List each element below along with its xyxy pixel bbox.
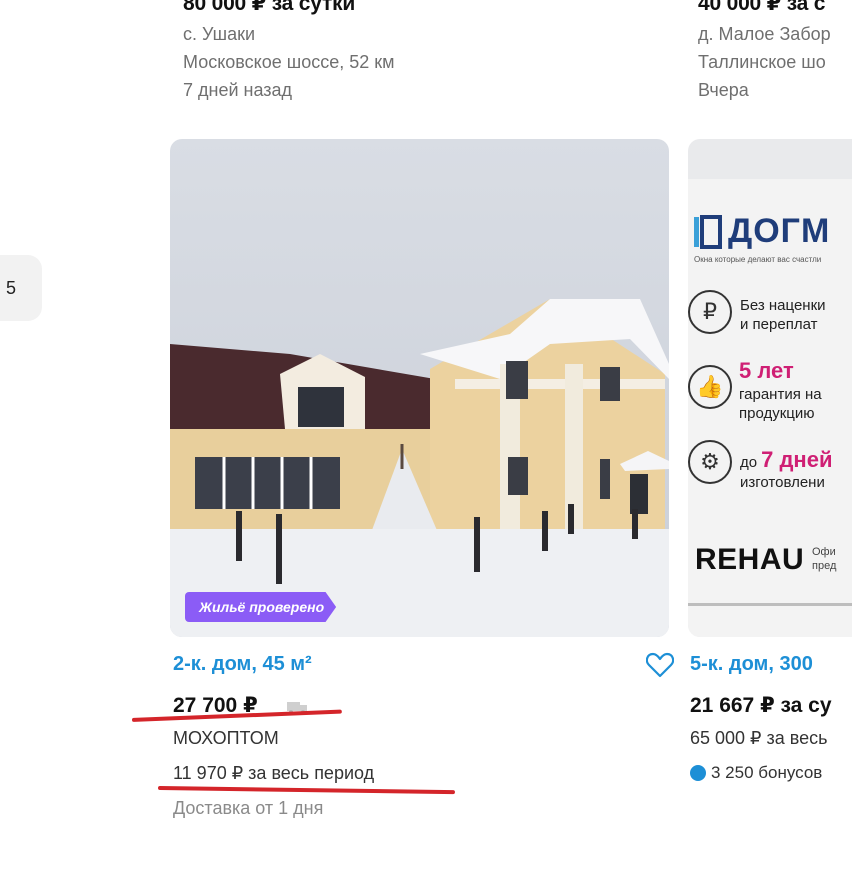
listing-1-photo[interactable] — [170, 139, 669, 637]
listing-2-price: 21 667 ₽ за су — [690, 694, 832, 717]
ad-warranty-big: 5 лет — [739, 358, 794, 383]
annotation-underline-installment — [157, 786, 455, 795]
listing-1-installment-price: 11 970 ₽ за весь период — [173, 763, 375, 783]
top-card-1-price: 80 000 ₽ за сутки — [183, 0, 356, 15]
ad-brand-logo-text: ДОГМ — [728, 212, 831, 250]
ad-line-1b: и переплат — [740, 316, 818, 333]
ruble-icon: ₽ — [688, 290, 732, 334]
verified-housing-badge-label: Жильё проверено — [199, 599, 325, 615]
top-card-2-location: д. Малое Забор — [698, 24, 831, 44]
ad-line-3: изготовлени — [740, 474, 825, 491]
pagination-page-number: 5 — [5, 277, 16, 298]
production-time-icon: ⚙ — [688, 440, 732, 484]
bonus-icon — [690, 765, 706, 781]
favorite-heart-icon[interactable] — [646, 652, 674, 678]
ad-production-row: до 7 дней — [740, 447, 832, 473]
dogma-logo-icon — [692, 213, 722, 249]
top-card-2-date: Вчера — [698, 80, 749, 100]
rehau-note-2: пред — [812, 560, 837, 572]
ad-tagline: Окна которые делают вас счастли — [694, 255, 822, 264]
listing-1-delivery-info: Доставка от 1 дня — [173, 798, 324, 818]
rehau-logo-text: REHAU — [695, 543, 805, 576]
listing-2-bonus-text: 3 250 бонусов — [711, 763, 823, 782]
listing-2-title-link[interactable]: 5-к. дом, 300 — [690, 653, 813, 676]
ad-footer-divider — [688, 603, 852, 606]
thumbs-up-icon: 👍 — [688, 365, 732, 409]
top-card-2-price: 40 000 ₽ за с — [698, 0, 826, 15]
listing-1-seller-name[interactable]: МОХОПТОМ — [173, 728, 279, 749]
ad-production-prefix: до — [740, 454, 758, 471]
listing-1-title-link[interactable]: 2-к. дом, 45 м² — [173, 653, 312, 676]
verified-housing-badge: Жильё проверено — [185, 592, 337, 622]
ad-line-1a: Без наценки — [740, 297, 826, 314]
listing-2-total-price: 65 000 ₽ за весь — [690, 728, 828, 748]
ad-line-2a: гарантия на — [739, 386, 822, 403]
ad-line-2b: продукцию — [739, 405, 815, 422]
top-card-1-date: 7 дней назад — [183, 80, 293, 100]
listing-2-bonus: 3 250 бонусов — [690, 763, 822, 783]
top-card-1-road: Московское шоссе, 52 км — [183, 52, 395, 72]
ad-production-days: 7 дней — [761, 447, 833, 472]
pagination-page-button[interactable]: 5 — [0, 255, 42, 321]
house-photo-image — [170, 139, 669, 637]
top-card-1-location: с. Ушаки — [183, 24, 256, 44]
rehau-note-1: Офи — [812, 546, 836, 558]
top-card-2-road: Таллинское шо — [698, 52, 826, 72]
